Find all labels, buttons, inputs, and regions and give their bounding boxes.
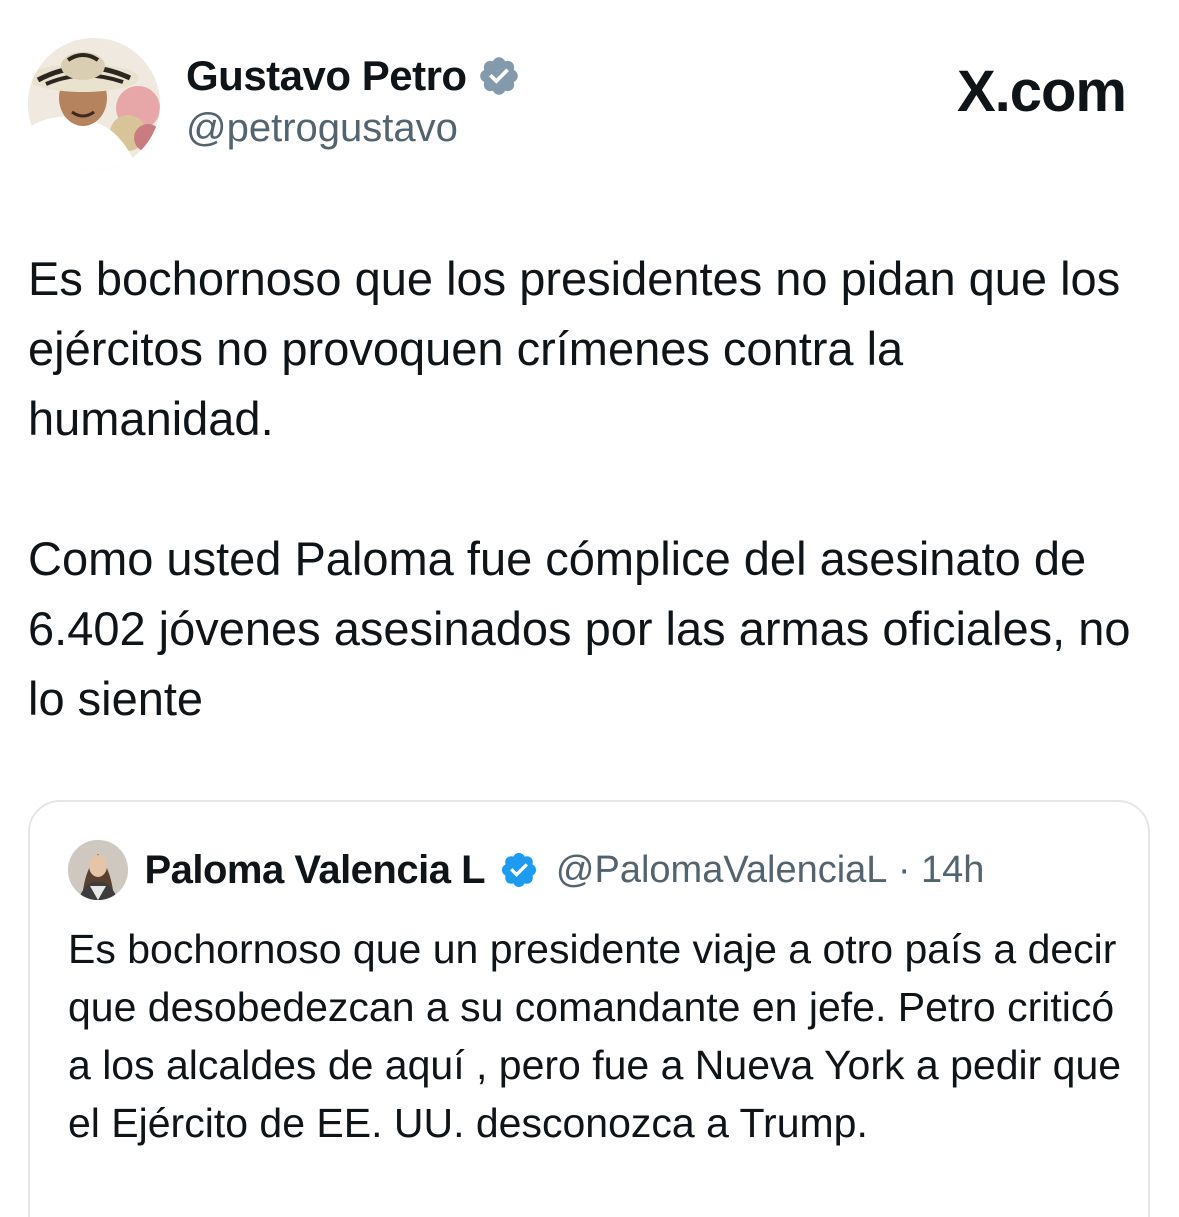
tweet-header: Gustavo Petro @petrogustavo X.com [28,38,1148,173]
verified-badge-icon [477,54,521,98]
author-avatar[interactable] [28,38,160,170]
quoted-header: Paloma Valencia L @PalomaValenciaL · 14h [68,840,984,902]
quoted-author-avatar[interactable] [68,840,128,900]
author-info: Gustavo Petro @petrogustavo [186,52,521,151]
tweet-paragraph-2: Como usted Paloma fue cómplice del asesi… [28,532,1131,725]
author-handle[interactable]: @petrogustavo [186,106,521,151]
quoted-body: Es bochornoso que un presidente viaje a … [68,926,1122,1146]
quoted-author-handle[interactable]: @PalomaValenciaL [556,849,888,892]
quoted-tweet[interactable]: Paloma Valencia L @PalomaValenciaL · 14h… [28,800,1150,1217]
author-name[interactable]: Gustavo Petro [186,52,467,100]
quoted-author-name[interactable]: Paloma Valencia L [144,848,485,893]
brand-text: X.com [956,59,1127,124]
brand-logo: X.com [956,58,1127,125]
tweet-body: Es bochornoso que los presidentes no pid… [28,244,1158,734]
quoted-timestamp[interactable]: 14h [921,849,984,892]
meta-separator: · [897,848,911,891]
tweet-paragraph-1: Es bochornoso que los presidentes no pid… [28,252,1121,445]
verified-badge-icon [499,850,539,890]
